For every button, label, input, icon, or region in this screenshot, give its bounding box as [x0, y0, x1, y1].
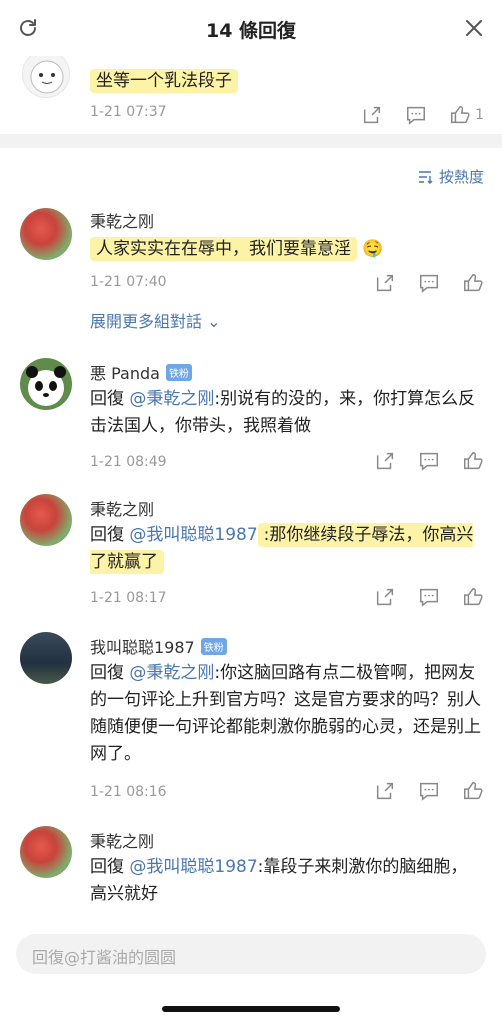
comment-actions: 1 — [361, 104, 484, 126]
comment-author[interactable]: 我叫聪聪1987 铁粉 — [90, 634, 227, 658]
like-icon[interactable] — [462, 450, 484, 472]
like-icon[interactable] — [449, 104, 471, 126]
comment-time: 1-21 07:40 — [90, 274, 167, 290]
share-icon[interactable] — [374, 780, 396, 802]
close-icon[interactable] — [462, 16, 486, 40]
comment-item: 悪 Panda 铁粉 回復 @秉乾之刚:别说有的没的，来，你打算怎么反击法国人，你… — [0, 358, 502, 478]
share-icon[interactable] — [374, 450, 396, 472]
share-icon[interactable] — [374, 586, 396, 608]
comment-icon[interactable] — [418, 586, 440, 608]
comment-text: 回復 @我叫聪聪1987:靠段子来刺激你的脑细胞，高兴就好 — [90, 857, 468, 904]
like-icon[interactable] — [462, 586, 484, 608]
sort-label: 按熱度 — [438, 168, 484, 186]
mention-link[interactable]: @秉乾之刚 — [129, 663, 214, 683]
comment-icon[interactable] — [405, 104, 427, 126]
comment-author[interactable]: 秉乾之刚 — [90, 496, 154, 520]
like-count: 1 — [475, 107, 484, 123]
comment-item: 秉乾之刚 人家实实在在辱中，我们要靠意淫 🤤 1-21 07:40 展開更多組對… — [0, 206, 502, 336]
reply-placeholder: 回復@打酱油的圆圆 — [32, 948, 177, 967]
sort-icon — [418, 170, 433, 184]
share-icon[interactable] — [361, 104, 383, 126]
avatar[interactable] — [22, 56, 70, 98]
comment-author[interactable]: 秉乾之刚 — [90, 828, 154, 852]
parent-comment: 坐等一个乳法段子 1-21 07:37 1 — [0, 56, 502, 134]
expand-more-link[interactable]: 展開更多組對話 ⌄ — [90, 308, 221, 332]
comment-actions — [374, 450, 484, 472]
fan-badge: 铁粉 — [165, 363, 192, 381]
comment-text: 回復 @我叫聪聪1987:那你继续段子辱法，你高兴了就赢了 — [90, 523, 474, 574]
avatar[interactable] — [20, 208, 72, 260]
mention-link[interactable]: @我叫聪聪1987 — [129, 525, 257, 545]
share-icon[interactable] — [374, 272, 396, 294]
reply-input[interactable]: 回復@打酱油的圆圆 — [16, 934, 486, 974]
comment-time: 1-21 08:16 — [90, 784, 167, 800]
comment-item: 秉乾之刚 回復 @我叫聪聪1987:靠段子来刺激你的脑细胞，高兴就好 — [0, 826, 502, 926]
section-divider — [0, 134, 502, 148]
comment-text: 回復 @秉乾之刚:你这脑回路有点二极管啊，把网友的一句评论上升到官方吗？这是官方… — [90, 663, 481, 764]
home-indicator[interactable] — [162, 1006, 340, 1012]
comment-item: 我叫聪聪1987 铁粉 回復 @秉乾之刚:你这脑回路有点二极管啊，把网友的一句评论… — [0, 630, 502, 810]
avatar[interactable] — [20, 358, 72, 410]
comment-time: 1-21 08:49 — [90, 454, 167, 470]
comment-icon[interactable] — [418, 780, 440, 802]
chevron-down-icon: ⌄ — [207, 312, 221, 331]
comment-author[interactable]: 悪 Panda 铁粉 — [90, 360, 192, 384]
like-icon[interactable] — [462, 780, 484, 802]
comment-actions — [374, 780, 484, 802]
comment-text: 坐等一个乳法段子 — [90, 66, 238, 93]
avatar[interactable] — [20, 632, 72, 684]
comment-text: 人家实实在在辱中，我们要靠意淫 🤤 — [90, 236, 482, 263]
sort-button[interactable]: 按熱度 — [417, 166, 484, 187]
comment-time: 1-21 08:17 — [90, 590, 167, 606]
comment-time: 1-21 07:37 — [90, 104, 167, 120]
emoji-icon: 🤤 — [362, 239, 384, 259]
mention-link[interactable]: @秉乾之刚 — [129, 389, 214, 409]
like-icon[interactable] — [462, 272, 484, 294]
header-bar: 14 條回復 — [0, 0, 502, 56]
avatar[interactable] — [20, 494, 72, 546]
avatar[interactable] — [20, 826, 72, 878]
comment-actions — [374, 272, 484, 294]
comment-text: 回復 @秉乾之刚:别说有的没的，来，你打算怎么反击法国人，你带头，我照着做 — [90, 389, 476, 436]
comment-icon[interactable] — [418, 272, 440, 294]
comment-author[interactable]: 秉乾之刚 — [90, 208, 154, 232]
page-title: 14 條回復 — [205, 20, 297, 42]
mention-link[interactable]: @我叫聪聪1987 — [129, 857, 257, 877]
comment-item: 秉乾之刚 回復 @我叫聪聪1987:那你继续段子辱法，你高兴了就赢了 1-21 … — [0, 494, 502, 614]
comment-actions — [374, 586, 484, 608]
comment-icon[interactable] — [418, 450, 440, 472]
fan-badge: 铁粉 — [200, 637, 227, 655]
